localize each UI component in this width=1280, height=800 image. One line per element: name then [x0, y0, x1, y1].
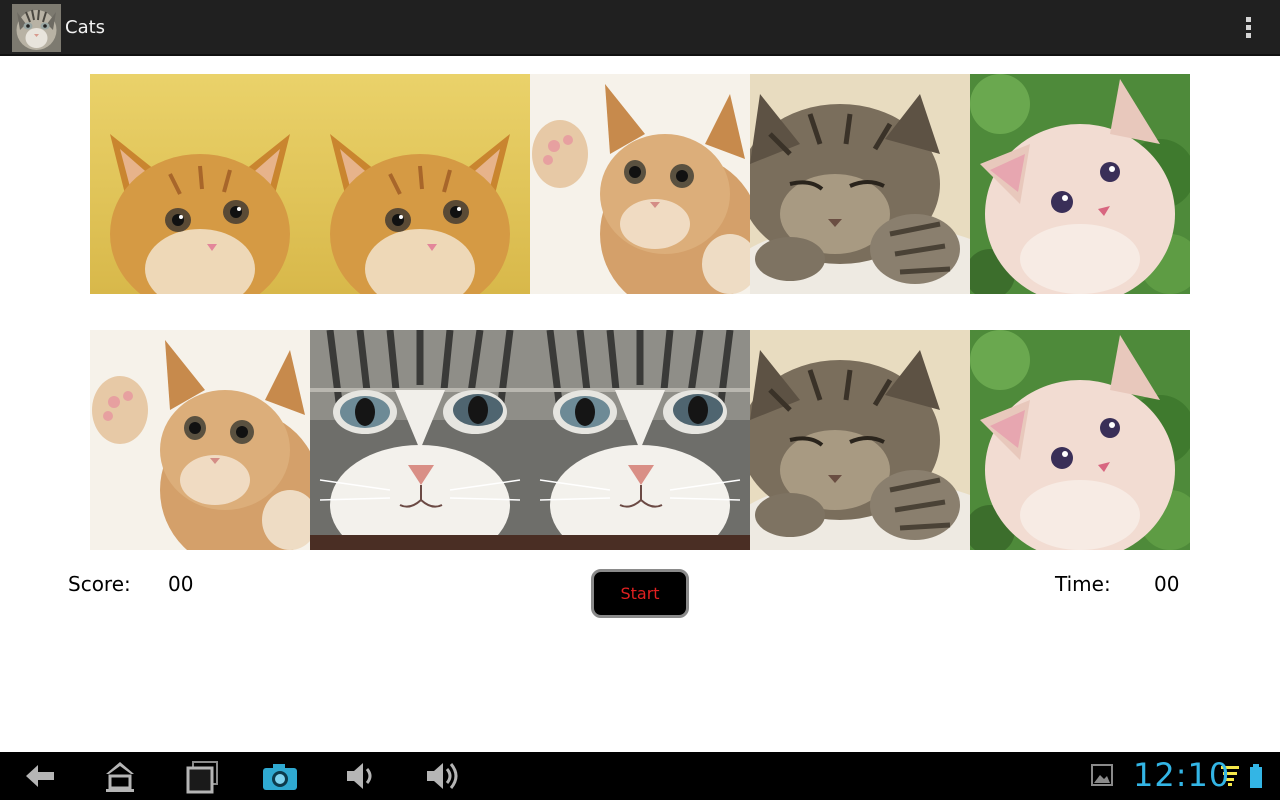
card-waving-orange-kitten[interactable]	[90, 330, 310, 550]
app-title: Cats	[65, 17, 106, 38]
battery-icon	[1248, 764, 1264, 800]
action-bar: Cats	[0, 0, 1280, 56]
card-row-2	[90, 330, 1190, 550]
card-grey-white-cat-closeup[interactable]	[530, 330, 750, 550]
time-value: 00	[1154, 572, 1180, 596]
card-waving-orange-kitten[interactable]	[530, 74, 750, 294]
overflow-menu-icon[interactable]	[1236, 14, 1260, 42]
home-icon[interactable]	[102, 756, 138, 796]
cat-app-icon[interactable]	[12, 4, 61, 52]
score-value: 00	[168, 572, 194, 596]
card-row-1	[90, 74, 1190, 294]
card-orange-kitten-yellow-bg[interactable]	[90, 74, 310, 294]
card-grey-white-cat-closeup[interactable]	[310, 330, 530, 550]
gallery-notification-icon[interactable]	[1090, 762, 1114, 800]
card-sleeping-tabby-kitten[interactable]	[750, 74, 970, 294]
time-label: Time:	[1055, 572, 1111, 596]
screenshot-camera-icon[interactable]	[260, 756, 300, 796]
card-sleeping-tabby-kitten[interactable]	[750, 330, 970, 550]
system-navigation-bar	[0, 752, 1280, 800]
card-fluffy-cream-kitten[interactable]	[970, 74, 1190, 294]
status-clock: 12:10	[1133, 756, 1231, 794]
volume-down-icon[interactable]	[344, 756, 380, 796]
volume-up-icon[interactable]	[424, 756, 464, 796]
card-fluffy-cream-kitten[interactable]	[970, 330, 1190, 550]
score-label: Score:	[68, 572, 131, 596]
recent-apps-icon[interactable]	[184, 756, 220, 796]
start-button[interactable]: Start	[591, 569, 689, 618]
card-orange-kitten-yellow-bg[interactable]	[310, 74, 530, 294]
back-icon[interactable]	[22, 756, 58, 796]
